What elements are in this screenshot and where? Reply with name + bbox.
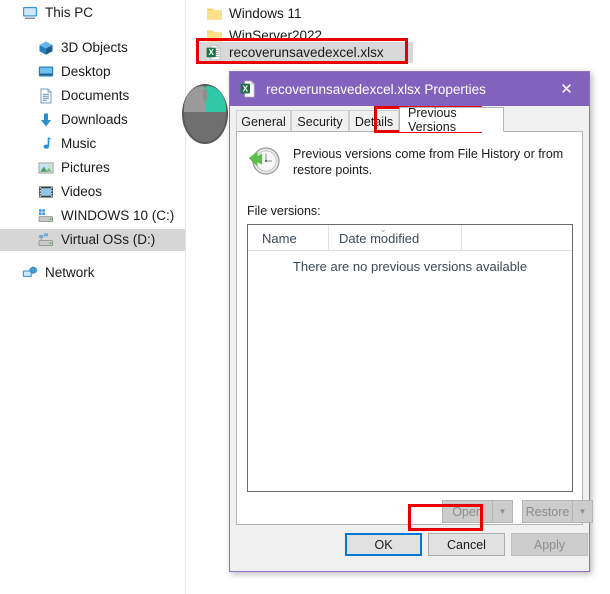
folder-icon [206,5,223,22]
sidebar-item-downloads[interactable]: Downloads [0,109,185,131]
open-button-label: Open [452,504,483,519]
previous-versions-panel: Previous versions come from File History… [236,131,593,525]
cancel-button-label: Cancel [447,537,486,552]
desktop-icon [38,64,54,80]
restore-button[interactable]: Restore ▼ [522,500,593,523]
sort-indicator-icon: ⌄ [379,224,387,234]
tab-previous-versions[interactable]: Previous Versions [399,105,504,134]
apply-button-label: Apply [533,537,566,552]
file-versions-label: File versions: [247,204,321,218]
tab-general[interactable]: General [236,110,291,132]
sidebar-item-videos[interactable]: Videos [0,181,185,203]
file-versions-listbox[interactable]: Name Date modified ⌄ There are no previo… [247,224,573,492]
network-icon [22,265,38,281]
screenshot-root: This PC 3D Objects Desktop Documents Dow… [0,0,610,594]
sidebar-item-desktop[interactable]: Desktop [0,61,185,83]
sidebar-item-label: Desktop [61,64,111,80]
download-icon [38,112,54,128]
file-name: Windows 11 [229,5,302,21]
close-icon[interactable]: ✕ [544,72,589,106]
listbox-empty-message: There are no previous versions available [292,259,528,274]
sidebar-item-documents[interactable]: Documents [0,85,185,107]
sidebar-item-label: Downloads [61,112,128,128]
folder-icon [206,27,223,44]
sidebar-item-label: Virtual OSs (D:) [61,232,156,248]
hard-drive-icon [38,208,54,224]
cancel-button[interactable]: Cancel [428,533,505,556]
ok-button-label: OK [374,537,393,552]
column-header-date-modified[interactable]: Date modified [328,225,461,251]
sidebar-item-label: WINDOWS 10 (C:) [61,208,175,224]
svg-text:X: X [243,83,249,93]
sidebar-item-virtual-oss-d[interactable]: Virtual OSs (D:) [0,229,185,251]
sidebar-item-label: Network [45,265,95,281]
sidebar-item-3d-objects[interactable]: 3D Objects [0,37,185,59]
restore-button-label: Restore [525,504,570,519]
apply-button: Apply [511,533,588,556]
column-header-name[interactable]: Name [248,225,328,251]
excel-file-icon: X [206,44,223,61]
cube-icon [38,40,54,56]
picture-icon [38,160,54,176]
document-icon [38,88,54,104]
dialog-titlebar[interactable]: X recoverunsavedexcel.xlsx Properties ✕ [230,72,589,106]
sidebar-item-pictures[interactable]: Pictures [0,157,185,179]
music-note-icon [38,136,54,152]
sidebar-item-label: This PC [45,5,94,21]
open-button[interactable]: Open ▼ [442,500,513,523]
chevron-down-icon[interactable]: ▼ [492,501,512,522]
ok-button[interactable]: OK [345,533,422,556]
tab-security[interactable]: Security [291,110,349,132]
tab-label: Previous Versions [408,105,457,134]
sidebar-item-label: Videos [61,184,103,200]
tab-label: Security [297,114,343,129]
sidebar-item-network[interactable]: Network [0,262,185,284]
sidebar-item-windows-10-c[interactable]: WINDOWS 10 (C:) [0,205,185,227]
sidebar-item-this-pc[interactable]: This PC [0,2,185,24]
mouse-right-click-icon [182,84,228,144]
sidebar-item-music[interactable]: Music [0,133,185,155]
properties-dialog: X recoverunsavedexcel.xlsx Properties ✕ … [229,71,593,572]
info-banner: Previous versions come from File History… [247,144,573,180]
column-header-blank[interactable] [461,225,573,251]
monitor-icon [22,5,38,21]
tab-label: Details [354,114,394,129]
excel-file-icon: X [240,80,257,98]
tab-details[interactable]: Details [349,110,399,132]
chevron-down-icon[interactable]: ▼ [572,501,592,522]
network-drive-icon [38,232,54,248]
list-item[interactable]: Windows 11 [206,2,302,24]
file-name: WinServer2022 [229,27,323,43]
listbox-header: Name Date modified ⌄ [248,225,572,251]
svg-text:X: X [209,48,215,57]
sidebar-item-label: Documents [61,88,130,104]
info-text: Previous versions come from File History… [293,147,564,177]
video-icon [38,184,54,200]
sidebar-item-label: 3D Objects [61,40,128,56]
column-label: Name [262,230,297,246]
sidebar-item-label: Pictures [61,160,110,176]
tab-strip: General Security Details Previous Versio… [230,105,589,134]
clock-restore-icon [247,144,283,180]
list-item-selected[interactable]: X recoverunsavedexcel.xlsx [200,42,413,63]
file-name: recoverunsavedexcel.xlsx [229,45,384,60]
navigation-pane: This PC 3D Objects Desktop Documents Dow… [0,0,186,594]
tab-label: General [241,114,286,129]
sidebar-item-label: Music [61,136,97,152]
dialog-title: recoverunsavedexcel.xlsx Properties [266,81,486,97]
